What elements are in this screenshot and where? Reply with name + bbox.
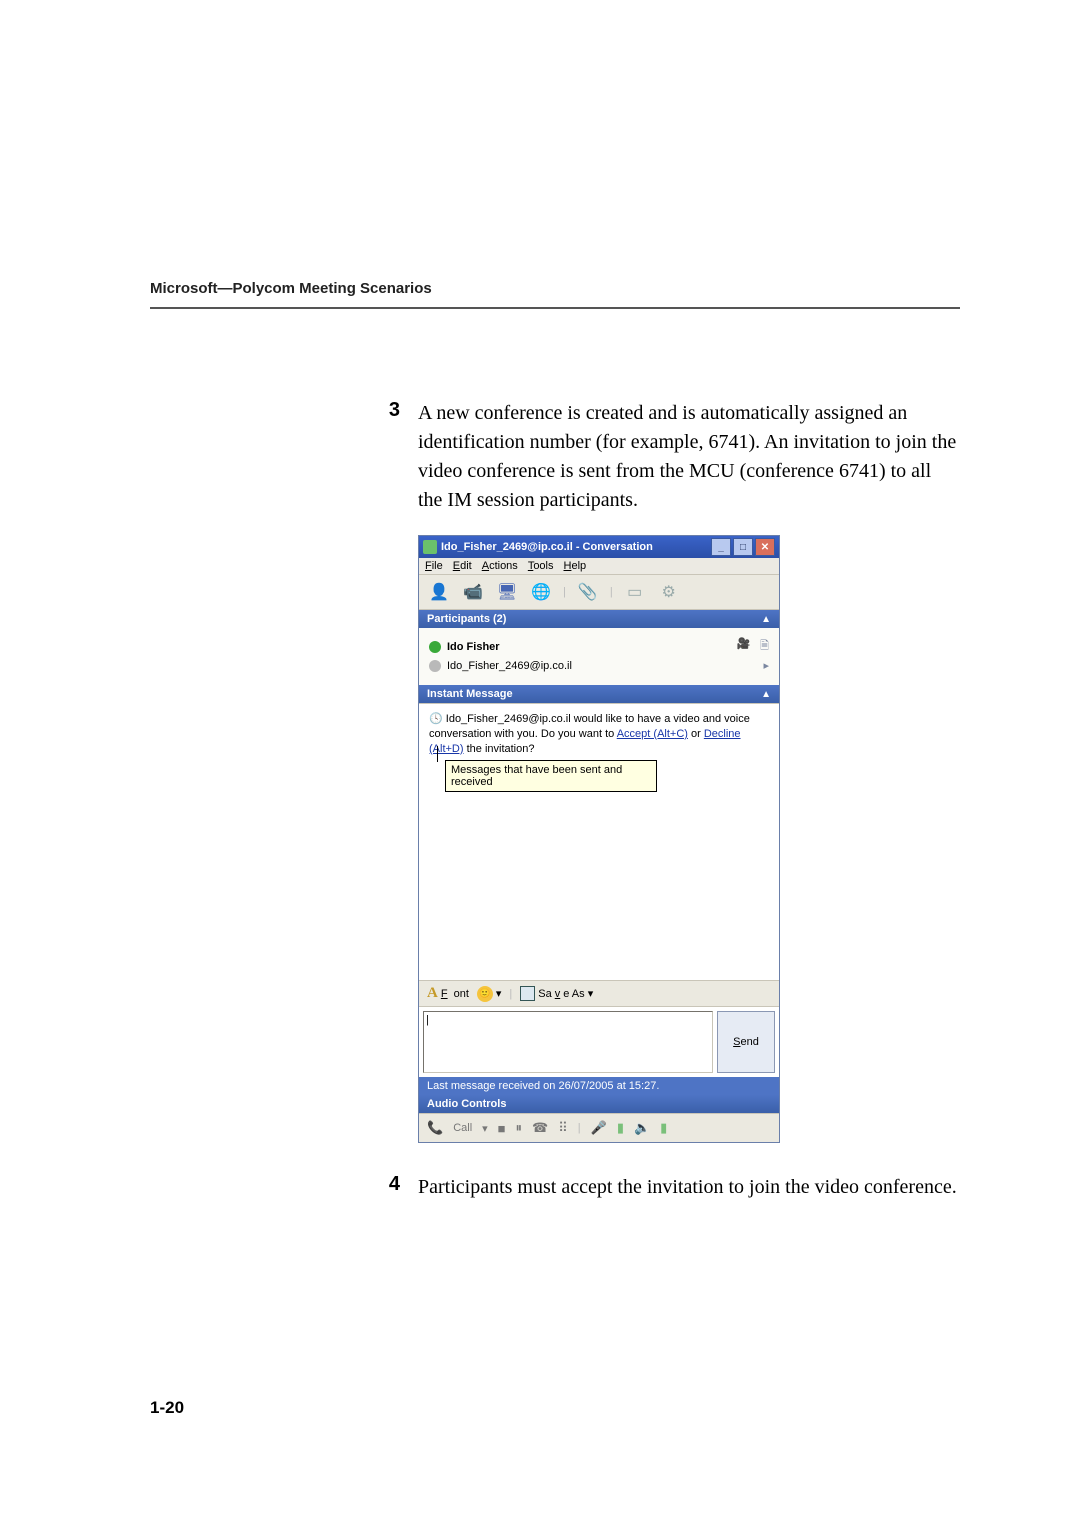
im-body: 🕓 Ido_Fisher_2469@ip.co.il would like to…	[419, 703, 779, 980]
titlebar[interactable]: Ido_Fisher_2469@ip.co.il - Conversation …	[419, 536, 779, 558]
send-button[interactable]: Send	[717, 1011, 775, 1073]
status-bar: Last message received on 26/07/2005 at 1…	[419, 1077, 779, 1095]
video-small-icon[interactable]: 🎥	[736, 637, 750, 656]
screenshot-figure: Ido_Fisher_2469@ip.co.il - Conversation …	[418, 535, 960, 1143]
collapse-icon[interactable]: ▲	[761, 614, 771, 625]
step-number: 4	[340, 1173, 418, 1202]
gear-icon[interactable]: ⚙	[657, 580, 681, 604]
audio-title: Audio Controls	[427, 1098, 506, 1110]
tooltip-pointer	[437, 746, 438, 762]
audio-header[interactable]: Audio Controls	[419, 1095, 779, 1113]
minimize-button[interactable]: _	[711, 538, 731, 556]
close-button[interactable]: ✕	[755, 538, 775, 556]
clock-icon: 🕓	[429, 713, 443, 725]
participant-expand-icon[interactable]: ▸	[763, 659, 769, 672]
pause-icon[interactable]: ⏸	[516, 1120, 523, 1136]
emoticon-button[interactable]: 🙂▾	[477, 986, 502, 1002]
conversation-window: Ido_Fisher_2469@ip.co.il - Conversation …	[418, 535, 780, 1143]
invitation-message: 🕓 Ido_Fisher_2469@ip.co.il would like to…	[429, 712, 769, 757]
toolbar-separator: |	[563, 586, 566, 598]
menu-file[interactable]: File	[425, 560, 443, 572]
mic-level-icon: ▮	[617, 1120, 624, 1136]
audio-sep: |	[578, 1122, 581, 1134]
presence-icon	[429, 641, 441, 653]
hangup-icon[interactable]: ☎	[532, 1120, 548, 1136]
tooltip: Messages that have been sent and receive…	[445, 760, 657, 792]
invite-icon[interactable]: 👤	[427, 580, 451, 604]
font-button[interactable]: A Font	[427, 985, 469, 1002]
webcam-icon[interactable]: 🌐	[529, 580, 553, 604]
keypad-icon[interactable]: ⠿	[558, 1120, 568, 1136]
menu-help[interactable]: Help	[564, 560, 587, 572]
speaker-icon[interactable]: 🔈	[634, 1120, 650, 1136]
step-text: Participants must accept the invitation …	[418, 1173, 957, 1202]
window-title: Ido_Fisher_2469@ip.co.il - Conversation	[441, 541, 711, 553]
running-header: Microsoft—Polycom Meeting Scenarios	[150, 280, 960, 297]
menu-actions[interactable]: Actions	[482, 560, 518, 572]
participants-header[interactable]: Participants (2) ▲	[419, 610, 779, 628]
presence-icon	[429, 660, 441, 672]
step-3: 3 A new conference is created and is aut…	[150, 399, 960, 515]
participant-name: Ido Fisher	[447, 641, 500, 653]
toolbar: 👤 📹 🖥 🌐 | 📎 | ▭ ⚙	[419, 575, 779, 610]
save-icon	[520, 986, 535, 1001]
participant-action-icons: 🎥 🗎	[736, 637, 769, 656]
participants-title: Participants (2)	[427, 613, 506, 625]
phone-icon[interactable]: 📞	[427, 1120, 443, 1136]
compose-row: | Send	[419, 1006, 779, 1077]
attach-icon[interactable]: 📎	[576, 580, 600, 604]
collapse-icon[interactable]: ▲	[761, 689, 771, 700]
format-sep: |	[509, 988, 512, 1000]
participant-row-2[interactable]: Ido_Fisher_2469@ip.co.il ▸	[429, 659, 769, 672]
im-header[interactable]: Instant Message ▲	[419, 685, 779, 703]
share-icon[interactable]: 🖥	[495, 580, 519, 604]
participants-body: Ido Fisher 🎥 🗎 Ido_Fisher_2469@ip.co.il …	[419, 628, 779, 685]
menubar: File Edit Actions Tools Help	[419, 558, 779, 575]
maximize-button[interactable]: □	[733, 538, 753, 556]
doc-small-icon[interactable]: 🗎	[760, 637, 769, 656]
call-dropdown[interactable]: ▾	[482, 1122, 488, 1135]
smiley-icon: 🙂	[477, 986, 493, 1002]
participant-name: Ido_Fisher_2469@ip.co.il	[447, 660, 572, 672]
stop-icon[interactable]: ■	[498, 1121, 506, 1136]
window-controls: _ □ ✕	[711, 538, 775, 556]
speaker-level-icon: ▮	[660, 1120, 667, 1136]
toolbar-separator-2: |	[610, 586, 613, 598]
app-icon	[423, 540, 437, 554]
page-number: 1-20	[150, 1398, 184, 1418]
whiteboard-icon[interactable]: ▭	[623, 580, 647, 604]
step-text: A new conference is created and is autom…	[418, 399, 958, 515]
message-input[interactable]: |	[423, 1011, 713, 1073]
header-rule	[150, 307, 960, 309]
step-number: 3	[340, 399, 418, 515]
audio-controls: 📞 Call ▾ ■ ⏸ ☎ ⠿ | 🎤 ▮ 🔈 ▮	[419, 1113, 779, 1142]
format-bar: A Font 🙂▾ | Save As ▾	[419, 980, 779, 1006]
step-4: 4 Participants must accept the invitatio…	[150, 1173, 960, 1202]
accept-link[interactable]: Accept (Alt+C)	[617, 728, 688, 740]
participant-row-1[interactable]: Ido Fisher 🎥 🗎	[429, 637, 769, 656]
video-icon[interactable]: 📹	[461, 580, 485, 604]
menu-edit[interactable]: Edit	[453, 560, 472, 572]
menu-tools[interactable]: Tools	[528, 560, 554, 572]
saveas-button[interactable]: Save As ▾	[520, 986, 593, 1001]
im-title: Instant Message	[427, 688, 513, 700]
call-button[interactable]: Call	[453, 1122, 472, 1134]
font-a-icon: A	[427, 985, 438, 1002]
mic-icon[interactable]: 🎤	[591, 1120, 607, 1136]
